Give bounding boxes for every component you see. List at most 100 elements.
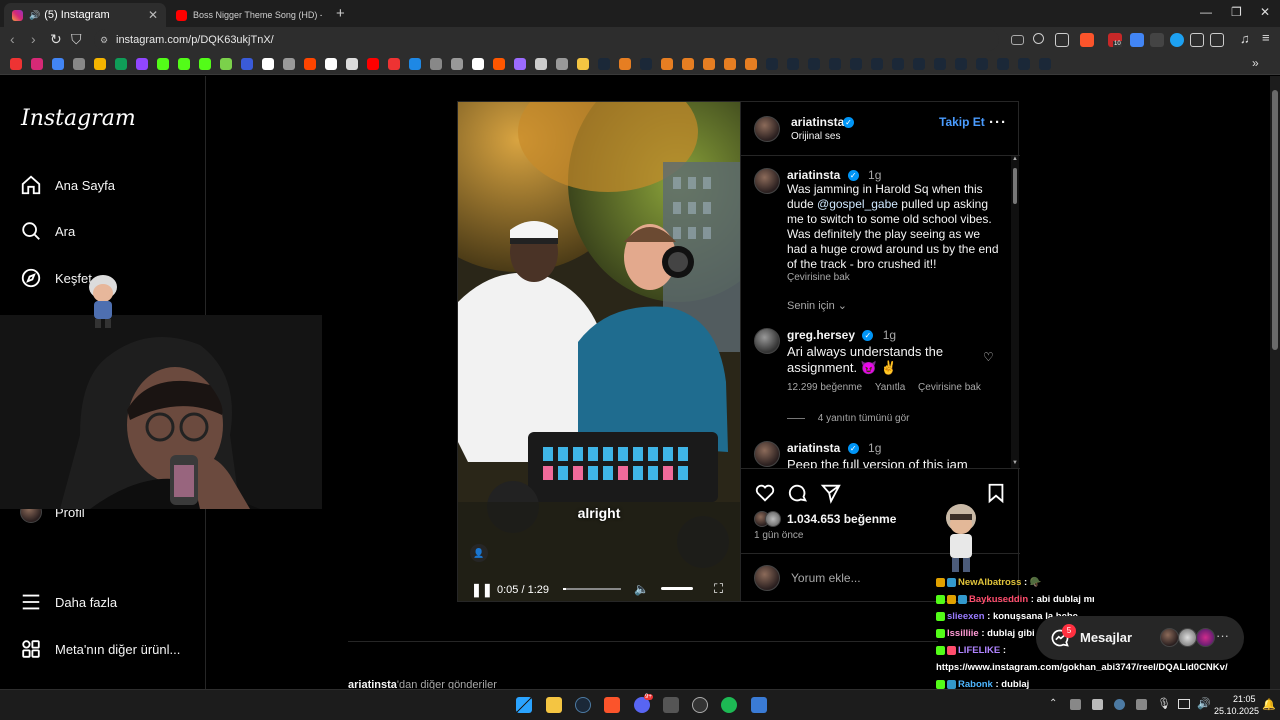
likes-count[interactable]: 1.034.653 beğenme bbox=[787, 512, 896, 526]
bookmark-favicon-icon[interactable] bbox=[787, 58, 799, 70]
bookmark-favicon-icon[interactable] bbox=[829, 58, 841, 70]
bookmark-favicon-icon[interactable] bbox=[913, 58, 925, 70]
volume-slider[interactable] bbox=[661, 587, 693, 590]
sidebar-item-explore[interactable]: Keşfet bbox=[20, 267, 92, 289]
bookmark-favicon-icon[interactable] bbox=[892, 58, 904, 70]
chat-username[interactable]: NewAlbatross bbox=[958, 577, 1021, 588]
bookmark-favicon-icon[interactable] bbox=[766, 58, 778, 70]
chat-username[interactable]: Baykuseddin bbox=[969, 594, 1028, 605]
bookmark-favicon-icon[interactable] bbox=[178, 58, 190, 70]
tab-instagram[interactable]: 🔊 (5) Instagram ✕ bbox=[4, 3, 166, 27]
chat-username[interactable]: LIFELIKE bbox=[958, 645, 1000, 656]
bookmark-favicon-icon[interactable] bbox=[682, 58, 694, 70]
scroll-up-icon[interactable]: ▲ bbox=[1012, 156, 1018, 162]
address-bar[interactable]: ⚙ instagram.com/p/DQK63ukjTnX/ bbox=[94, 29, 999, 51]
bookmark-favicon-icon[interactable] bbox=[1018, 58, 1030, 70]
music-icon[interactable]: ♫ bbox=[1240, 31, 1254, 46]
follow-button[interactable]: Takip Et bbox=[939, 115, 985, 129]
bookmark-favicon-icon[interactable] bbox=[1039, 58, 1051, 70]
microphone-icon[interactable]: 🎙 bbox=[1157, 697, 1171, 710]
minimize-icon[interactable]: — bbox=[1200, 5, 1212, 19]
chat-username[interactable]: Issilliie bbox=[947, 628, 979, 639]
audio-label[interactable]: Orijinal ses bbox=[791, 131, 840, 142]
bookmark-favicon-icon[interactable] bbox=[388, 58, 400, 70]
clock-date[interactable]: 25.10.2025 bbox=[1214, 706, 1259, 716]
bookmark-favicon-icon[interactable] bbox=[850, 58, 862, 70]
bookmark-favicon-icon[interactable] bbox=[325, 58, 337, 70]
author-avatar[interactable] bbox=[754, 441, 780, 467]
comment-author[interactable]: ariatinsta bbox=[787, 441, 840, 455]
tray-app-icon[interactable] bbox=[1070, 699, 1081, 710]
bookmark-favicon-icon[interactable] bbox=[661, 58, 673, 70]
bookmark-favicon-icon[interactable] bbox=[703, 58, 715, 70]
extension-icon[interactable] bbox=[1150, 33, 1164, 47]
spotify-icon[interactable] bbox=[721, 697, 737, 713]
sidebar-icon[interactable] bbox=[1210, 33, 1224, 47]
tray-app-icon[interactable] bbox=[1136, 699, 1147, 710]
mention-link[interactable]: @gospel_gabe bbox=[817, 197, 898, 211]
comments-scrollbar-thumb[interactable] bbox=[1013, 168, 1017, 204]
sidebar-item-search[interactable]: Ara bbox=[20, 220, 75, 242]
clock-time[interactable]: 21:05 bbox=[1233, 694, 1256, 704]
speaker-icon[interactable]: 🔊 bbox=[1197, 697, 1211, 710]
reply-button[interactable]: Yanıtla bbox=[875, 382, 905, 393]
sidebar-item-more[interactable]: Daha fazla bbox=[20, 591, 117, 613]
chat-text[interactable]: https://www.instagram.com/gokhan_abi3747… bbox=[936, 662, 1228, 673]
instagram-logo[interactable]: Instagram bbox=[21, 106, 136, 131]
translate-icon[interactable] bbox=[1130, 33, 1144, 47]
close-window-icon[interactable]: ✕ bbox=[1260, 5, 1270, 19]
share-icon[interactable] bbox=[820, 482, 842, 504]
sidebar-item-home[interactable]: Ana Sayfa bbox=[20, 174, 115, 196]
comment-icon[interactable] bbox=[787, 482, 809, 504]
bookmark-favicon-icon[interactable] bbox=[31, 58, 43, 70]
bookmark-favicon-icon[interactable] bbox=[367, 58, 379, 70]
bookmark-favicon-icon[interactable] bbox=[346, 58, 358, 70]
menu-icon[interactable]: ≡ bbox=[1262, 30, 1276, 45]
tray-steam-icon[interactable] bbox=[1114, 699, 1125, 710]
bookmark-favicon-icon[interactable] bbox=[157, 58, 169, 70]
fullscreen-icon[interactable]: ⛶ bbox=[714, 581, 723, 597]
app-icon[interactable] bbox=[751, 697, 767, 713]
bookmark-favicon-icon[interactable] bbox=[535, 58, 547, 70]
puzzle-icon[interactable] bbox=[1190, 33, 1204, 47]
more-options-icon[interactable]: ··· bbox=[989, 114, 1007, 131]
comments-scrollbar[interactable]: ▲ ▼ bbox=[1011, 156, 1019, 468]
bookmark-favicon-icon[interactable] bbox=[409, 58, 421, 70]
pause-icon[interactable]: ❚❚ bbox=[471, 582, 493, 598]
bookmark-favicon-icon[interactable] bbox=[430, 58, 442, 70]
author-avatar[interactable] bbox=[754, 116, 780, 142]
bookmarks-overflow-icon[interactable]: » bbox=[1252, 56, 1259, 70]
tab-youtube[interactable]: Boss Nigger Theme Song (HD) - You bbox=[168, 3, 330, 27]
save-icon[interactable] bbox=[985, 482, 1007, 504]
bookmark-favicon-icon[interactable] bbox=[52, 58, 64, 70]
notification-icon[interactable]: 🔔 bbox=[1262, 698, 1276, 711]
heart-icon[interactable]: ♡ bbox=[983, 350, 994, 364]
site-info-icon[interactable]: ⚙ bbox=[100, 29, 108, 51]
comment-likes[interactable]: 12.299 beğenme bbox=[787, 382, 862, 393]
chat-username[interactable]: slieexen bbox=[947, 611, 985, 622]
brave-icon[interactable] bbox=[604, 697, 620, 713]
comment-input[interactable]: Yorum ekle... bbox=[791, 571, 861, 585]
bookmark-favicon-icon[interactable] bbox=[472, 58, 484, 70]
speaker-icon[interactable]: 🔊 bbox=[29, 10, 40, 21]
bookmark-favicon-icon[interactable] bbox=[808, 58, 820, 70]
bookmark-favicon-icon[interactable] bbox=[199, 58, 211, 70]
comment-author[interactable]: greg.hersey bbox=[787, 328, 855, 342]
cast-icon[interactable] bbox=[1011, 35, 1024, 45]
bookmark-favicon-icon[interactable] bbox=[262, 58, 274, 70]
bookmark-favicon-icon[interactable] bbox=[619, 58, 631, 70]
tray-chevron-icon[interactable]: ⌃ bbox=[1049, 698, 1057, 709]
bookmark-favicon-icon[interactable] bbox=[136, 58, 148, 70]
translate-link[interactable]: Çevirisine bak bbox=[918, 382, 981, 393]
monitor-icon[interactable] bbox=[1178, 699, 1190, 709]
like-icon[interactable] bbox=[754, 482, 776, 504]
forward-icon[interactable]: › bbox=[31, 31, 36, 47]
view-replies[interactable]: 4 yanıtın tümünü gör bbox=[787, 413, 910, 424]
volume-icon[interactable]: 🔈 bbox=[634, 582, 649, 596]
bookmark-favicon-icon[interactable] bbox=[94, 58, 106, 70]
page-scrollbar[interactable] bbox=[1270, 76, 1280, 689]
bookmark-favicon-icon[interactable] bbox=[493, 58, 505, 70]
bookmark-favicon-icon[interactable] bbox=[955, 58, 967, 70]
bookmark-favicon-icon[interactable] bbox=[997, 58, 1009, 70]
share-icon[interactable] bbox=[1055, 33, 1069, 47]
